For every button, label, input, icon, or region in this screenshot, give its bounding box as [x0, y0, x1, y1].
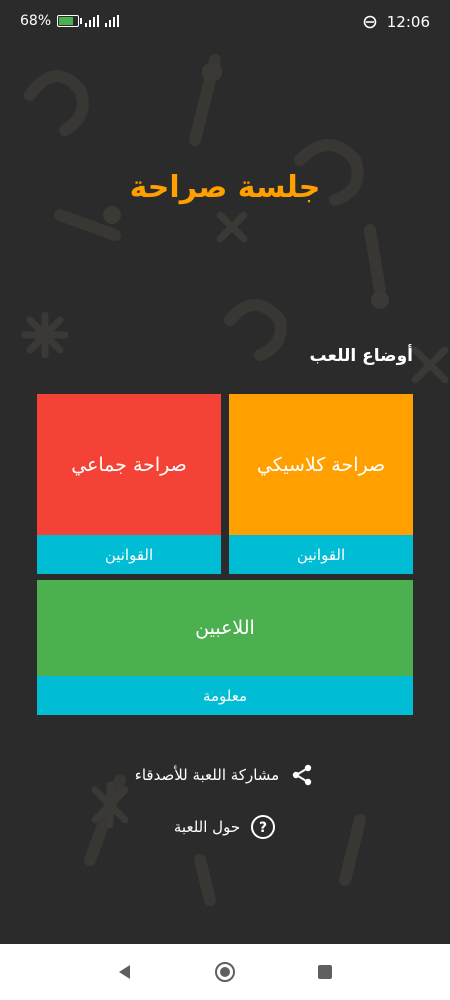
status-left: 68% — [20, 13, 120, 29]
home-circle-icon — [215, 962, 235, 982]
status-bar: 68% 12:06 — [0, 0, 450, 44]
battery-icon — [57, 15, 83, 27]
about-game-link[interactable]: حول اللعبة ? — [0, 814, 450, 840]
signal-icon-2 — [105, 15, 120, 27]
info-button[interactable]: معلومة — [37, 676, 413, 715]
share-label: مشاركة اللعبة للأصدقاء — [134, 766, 280, 784]
recents-square-icon — [318, 965, 332, 979]
group-mode-card[interactable]: صراحة جماعي القوانين — [37, 394, 221, 574]
app-title: جلسة صراحة — [129, 170, 321, 205]
about-label: حول اللعبة — [173, 818, 241, 836]
nav-recents-button[interactable] — [311, 958, 339, 986]
nav-home-button[interactable] — [211, 958, 239, 986]
game-modes-label: أوضاع اللعب — [309, 346, 413, 366]
clock: 12:06 — [386, 13, 430, 31]
players-card[interactable]: اللاعبين معلومة — [37, 580, 413, 715]
back-triangle-icon — [119, 965, 130, 979]
group-rules-button[interactable]: القوانين — [37, 535, 221, 574]
nav-back-button[interactable] — [111, 958, 139, 986]
group-mode-button[interactable]: صراحة جماعي — [37, 394, 221, 535]
classic-mode-card[interactable]: صراحة كلاسيكي القوانين — [229, 394, 413, 574]
notification-icon — [363, 15, 377, 29]
classic-rules-button[interactable]: القوانين — [229, 535, 413, 574]
players-button[interactable]: اللاعبين — [37, 580, 413, 676]
help-circle-icon: ? — [250, 814, 276, 840]
status-right: 12:06 — [363, 13, 430, 31]
svg-text:?: ? — [259, 820, 267, 836]
classic-mode-button[interactable]: صراحة كلاسيكي — [229, 394, 413, 535]
system-nav-bar — [0, 944, 450, 1000]
share-game-link[interactable]: مشاركة اللعبة للأصدقاء — [0, 762, 450, 788]
signal-icon — [85, 15, 100, 27]
share-icon — [289, 762, 315, 788]
battery-percent: 68% — [20, 13, 52, 29]
